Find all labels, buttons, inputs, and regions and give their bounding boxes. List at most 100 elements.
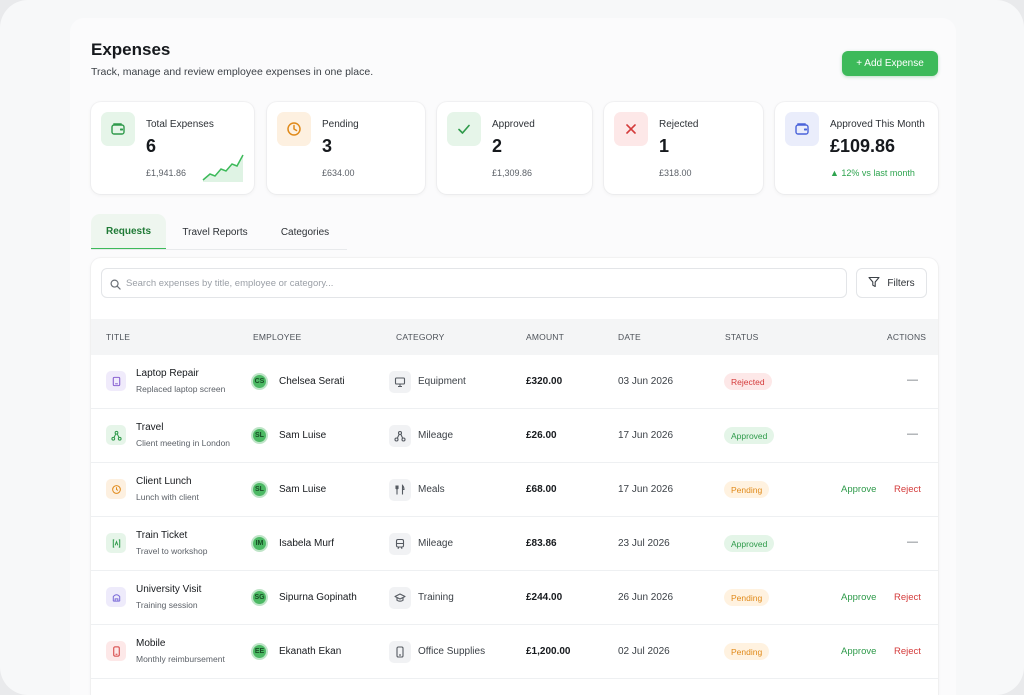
table-row[interactable]: Laptop Repair Replaced laptop screen CS … <box>91 355 938 409</box>
laptop-icon <box>106 371 126 391</box>
employee-name: Sam Luise <box>279 484 327 495</box>
amount: £83.86 <box>526 538 557 549</box>
tab-categories[interactable]: Categories <box>267 214 343 250</box>
expenses-page: Expenses Track, manage and review employ… <box>70 18 956 695</box>
card-total-expenses: Total Expenses 6 £1,941.86 <box>91 102 254 194</box>
column-header-category: CATEGORY <box>396 332 445 342</box>
employee-name: Isabela Murf <box>279 538 335 549</box>
status-badge: Rejected <box>724 373 772 390</box>
status-badge: Pending <box>724 589 770 606</box>
amount: £244.00 <box>526 592 563 603</box>
column-header-employee: EMPLOYEE <box>253 332 302 342</box>
card-subtotal: £318.00 <box>659 168 692 178</box>
table-row[interactable]: Train Ticket Travel to workshop IM Isabe… <box>91 517 938 571</box>
filters-label: Filters <box>887 277 915 289</box>
search-input[interactable] <box>126 274 826 292</box>
category-label: Training <box>418 592 454 603</box>
expense-description: Client meeting in London <box>136 438 231 448</box>
expense-description: Replaced laptop screen <box>136 384 226 394</box>
column-header-date: DATE <box>618 332 641 342</box>
card-label: Pending <box>322 119 359 130</box>
avatar: EE <box>251 643 268 660</box>
sparkline-chart <box>202 154 244 182</box>
expense-description: Training session <box>136 600 198 610</box>
category-label: Mileage <box>418 538 454 549</box>
table-row[interactable]: Travel Client meeting in London SL Sam L… <box>91 409 938 463</box>
receipt-icon <box>106 479 126 499</box>
table-row[interactable]: Client Lunch Lunch with client SL Sam Lu… <box>91 463 938 517</box>
expense-title: Laptop Repair <box>136 368 199 379</box>
search-icon <box>110 277 121 295</box>
card-subtotal: £1,941.86 <box>146 168 187 178</box>
card-pending: Pending 3 £634.00 <box>267 102 425 194</box>
phone-icon <box>106 641 126 661</box>
approve-button[interactable]: Approve <box>841 484 876 495</box>
expense-description: Lunch with client <box>136 492 199 502</box>
card-label: Approved <box>492 119 535 130</box>
column-header-status: STATUS <box>725 332 759 342</box>
date: 23 Jul 2026 <box>618 538 670 549</box>
cutlery-icon <box>389 479 411 501</box>
approve-button[interactable]: Approve <box>841 592 876 603</box>
tab-requests[interactable]: Requests <box>91 214 166 250</box>
search-box <box>101 268 847 298</box>
category-label: Office Supplies <box>418 646 486 657</box>
date: 26 Jun 2026 <box>618 592 674 603</box>
avatar: CS <box>251 373 268 390</box>
ticket-icon <box>106 533 126 553</box>
card-label: Rejected <box>659 119 699 130</box>
table-row[interactable]: University Visit Training session SG Sip… <box>91 571 938 625</box>
tab-divider <box>91 249 347 250</box>
train-icon <box>389 533 411 555</box>
page-title: Expenses <box>91 40 171 59</box>
category-label: Meals <box>418 484 445 495</box>
approve-button[interactable]: Approve <box>841 646 876 657</box>
column-header-title: TITLE <box>106 332 131 342</box>
tab-travel-reports[interactable]: Travel Reports <box>173 214 257 250</box>
column-header-actions: ACTIONS <box>887 332 927 342</box>
amount: £68.00 <box>526 484 557 495</box>
expense-description: Travel to workshop <box>136 546 208 556</box>
employee-name: Sam Luise <box>279 430 327 441</box>
card-value: 2 <box>492 136 503 156</box>
reject-button[interactable]: Reject <box>894 592 921 603</box>
card-subtotal: £634.00 <box>322 168 355 178</box>
wallet-icon <box>785 112 819 146</box>
expense-title: University Visit <box>136 584 202 595</box>
expense-title: Train Ticket <box>136 530 188 541</box>
employee-name: Ekanath Ekan <box>279 646 342 657</box>
add-expense-button[interactable]: + Add Expense <box>842 51 938 76</box>
card-label: Total Expenses <box>146 119 214 130</box>
status-badge: Approved <box>724 535 775 552</box>
table-header: TITLE EMPLOYEE CATEGORY AMOUNT DATE STAT… <box>91 319 938 355</box>
filter-icon <box>868 276 880 291</box>
card-value: 1 <box>659 136 670 156</box>
date: 17 Jun 2026 <box>618 484 674 495</box>
filters-button[interactable]: Filters <box>856 268 927 298</box>
card-subtotal: £1,309.86 <box>492 168 533 178</box>
page-subtitle: Track, manage and review employee expens… <box>91 66 374 78</box>
date: 02 Jul 2026 <box>618 646 670 657</box>
column-header-amount: AMOUNT <box>526 332 565 342</box>
card-rejected: Rejected 1 £318.00 <box>604 102 763 194</box>
x-icon <box>614 112 648 146</box>
status-badge: Pending <box>724 481 770 498</box>
expenses-table-panel: Filters TITLE EMPLOYEE CATEGORY AMOUNT D… <box>91 258 938 695</box>
no-action-indicator: — <box>907 536 918 548</box>
avatar: IM <box>251 535 268 552</box>
date: 03 Jun 2026 <box>618 376 674 387</box>
app-frame: Expenses Track, manage and review employ… <box>0 0 1024 695</box>
status-badge: Pending <box>724 643 770 660</box>
card-value: 3 <box>322 136 333 156</box>
table-row[interactable]: Mobile Monthly reimbursement EE Ekanath … <box>91 625 938 679</box>
monitor-icon <box>389 371 411 393</box>
wallet-icon <box>101 112 135 146</box>
no-action-indicator: — <box>907 374 918 386</box>
employee-name: Sipurna Gopinath <box>279 592 357 603</box>
no-action-indicator: — <box>907 428 918 440</box>
category-label: Mileage <box>418 430 454 441</box>
card-trend: ▲ 12% vs last month <box>830 168 915 178</box>
reject-button[interactable]: Reject <box>894 646 921 657</box>
reject-button[interactable]: Reject <box>894 484 921 495</box>
route-icon <box>106 425 126 445</box>
